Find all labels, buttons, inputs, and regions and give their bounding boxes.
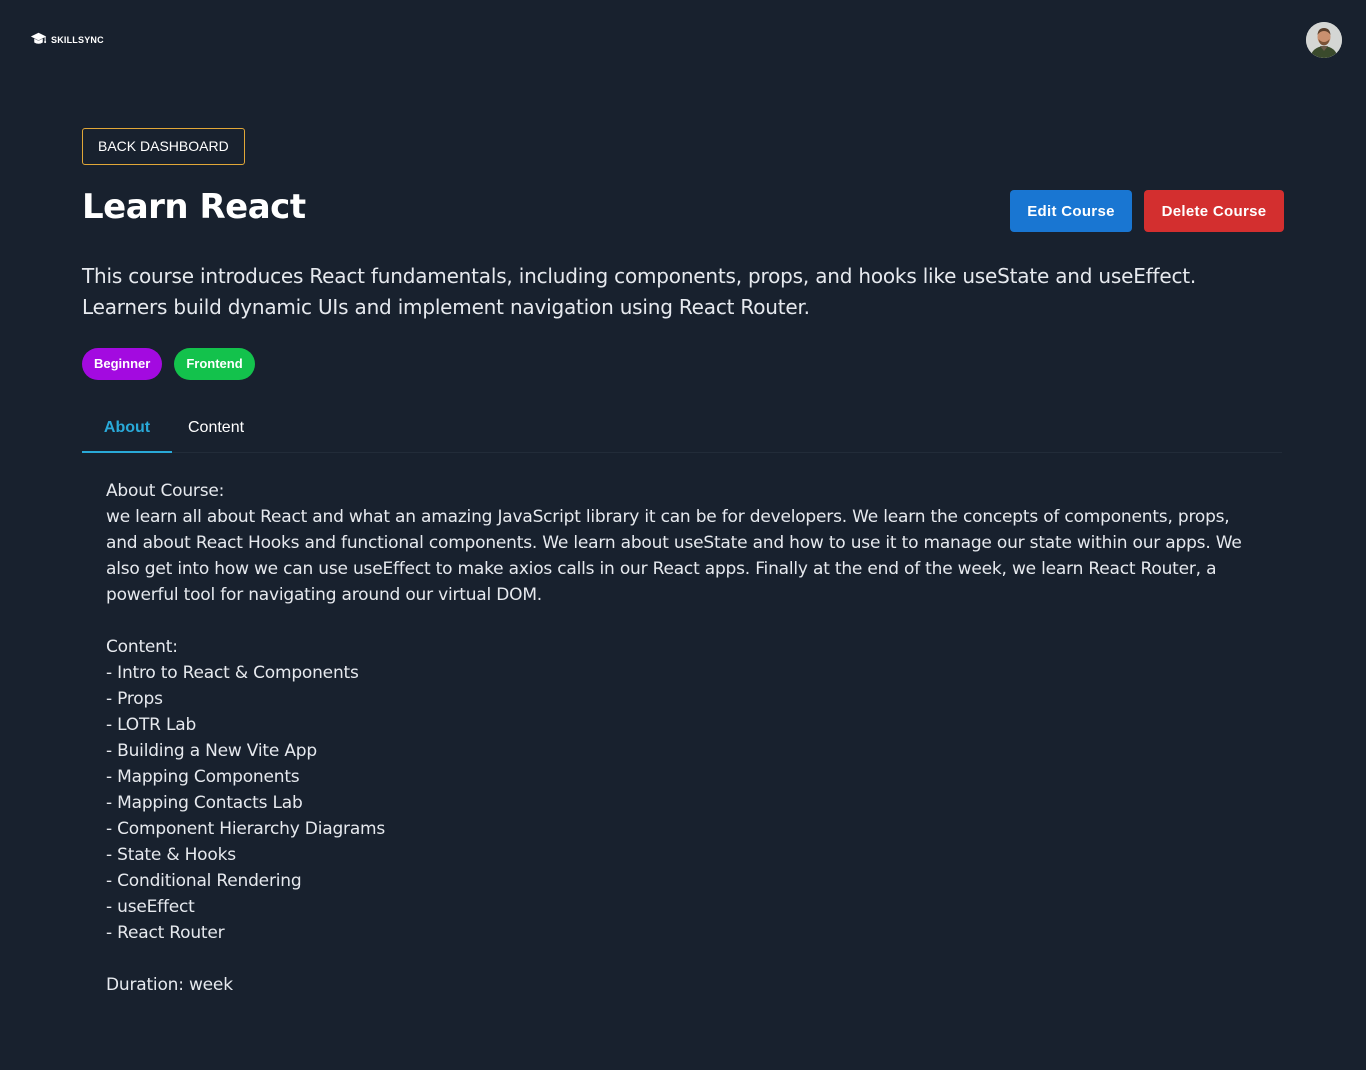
duration-text: Duration: week (106, 975, 233, 995)
about-panel: About Course: we learn all about React a… (106, 478, 1256, 998)
top-bar: SKILLSYNC (0, 0, 1366, 80)
graduation-cap-icon (30, 32, 47, 44)
list-item: - Component Hierarchy Diagrams (106, 819, 386, 839)
list-item: - LOTR Lab (106, 715, 197, 735)
tab-content[interactable]: Content (172, 410, 260, 453)
edit-course-button[interactable]: Edit Course (1010, 190, 1132, 232)
tab-bar: About Content (82, 410, 1282, 453)
tab-about[interactable]: About (82, 410, 172, 453)
user-avatar-icon (1306, 22, 1342, 58)
back-dashboard-button[interactable]: BACK DASHBOARD (82, 128, 245, 165)
course-detail: BACK DASHBOARD Learn React Edit Course D… (82, 128, 1284, 995)
course-summary: This course introduces React fundamental… (82, 264, 1197, 319)
list-item: - Building a New Vite App (106, 741, 317, 761)
brand-name: SKILLSYNC (51, 34, 104, 45)
avatar[interactable] (1306, 22, 1342, 58)
course-actions: Edit Course Delete Course (1010, 190, 1284, 232)
tag-list: Beginner Frontend (82, 348, 255, 380)
list-item: - State & Hooks (106, 845, 236, 865)
tag-badge: Frontend (174, 348, 255, 380)
delete-course-button[interactable]: Delete Course (1144, 190, 1284, 232)
title-row: Learn React Edit Course Delete Course (82, 187, 1284, 232)
list-item: - React Router (106, 923, 225, 943)
about-heading: About Course: (106, 481, 225, 501)
list-item: - Props (106, 689, 163, 709)
about-body: we learn all about React and what an ama… (106, 507, 1242, 605)
list-item: - Conditional Rendering (106, 871, 302, 891)
list-item: - Mapping Contacts Lab (106, 793, 303, 813)
page-title: Learn React (82, 187, 306, 227)
list-item: - Mapping Components (106, 767, 300, 787)
tag-badge: Beginner (82, 348, 163, 380)
list-item: - useEffect (106, 897, 195, 917)
content-heading: Content: (106, 637, 178, 657)
content-list: - Intro to React & Components - Props - … (106, 660, 1256, 946)
brand-logo[interactable]: SKILLSYNC (30, 31, 104, 48)
list-item: - Intro to React & Components (106, 663, 359, 683)
